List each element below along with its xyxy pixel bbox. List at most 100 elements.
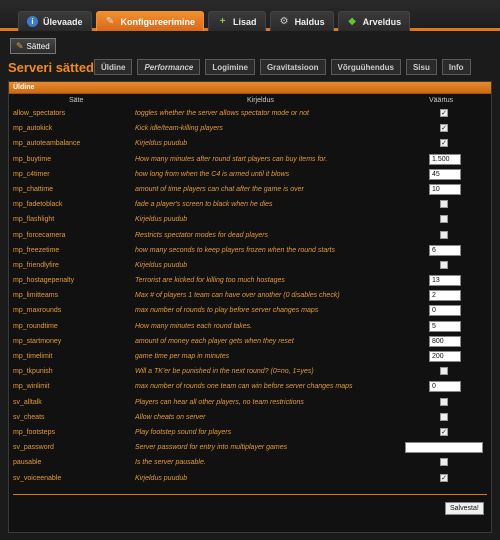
settings-subtabs: Üldine Performance Logimine Gravitatsioon Võ… bbox=[94, 59, 471, 75]
subtab-5[interactable]: Sisu bbox=[405, 59, 437, 75]
table-row: mp_chattime amount of time players can ch… bbox=[9, 182, 491, 197]
setting-name: sv_cheats bbox=[13, 413, 45, 421]
setting-input[interactable]: 0 bbox=[429, 305, 461, 317]
panel-title: Üldine bbox=[9, 82, 491, 94]
setting-checkbox[interactable] bbox=[440, 367, 448, 376]
subtab-1[interactable]: Performance bbox=[137, 59, 201, 75]
table-row: mp_fadetoblack fade a player's screen to … bbox=[9, 197, 491, 212]
plus-icon: + bbox=[219, 16, 226, 27]
setting-description: Players can hear all other players, no t… bbox=[135, 398, 304, 406]
col-value: Väärtus bbox=[429, 97, 454, 104]
setting-checkbox[interactable]: ✓ bbox=[440, 109, 448, 117]
setting-checkbox[interactable] bbox=[440, 458, 448, 467]
table-row: mp_forcecamera Restricts spectator modes … bbox=[9, 228, 491, 243]
tab-wrench[interactable]: ✎ Konfigureerimine bbox=[95, 11, 205, 31]
setting-input[interactable]: 6 bbox=[429, 244, 461, 256]
setting-description: Kirjeldus puudub bbox=[135, 216, 188, 224]
satted-label: Sätted bbox=[26, 41, 50, 51]
setting-description: Kirjeldus puudub bbox=[135, 261, 188, 269]
tab-money[interactable]: ◆ Arveldus bbox=[337, 11, 411, 31]
setting-checkbox[interactable] bbox=[440, 397, 448, 406]
table-row: mp_friendlyfire Kirjeldus puudub bbox=[9, 258, 491, 273]
subtab-6[interactable]: Info bbox=[441, 59, 471, 75]
setting-checkbox[interactable] bbox=[440, 230, 448, 239]
setting-description: How many minutes after round start playe… bbox=[135, 155, 328, 163]
setting-name: mp_limitteams bbox=[13, 292, 59, 300]
setting-description: amount of money each player gets when th… bbox=[135, 337, 294, 345]
setting-checkbox[interactable]: ✓ bbox=[440, 139, 448, 148]
setting-input[interactable]: 800 bbox=[429, 335, 461, 347]
setting-description: Kirjeldus puudub bbox=[135, 474, 188, 482]
satted-button[interactable]: ✎ Sätted bbox=[10, 38, 56, 54]
setting-name: mp_hostagepenalty bbox=[13, 277, 75, 285]
settings-panel: Üldine Säte Kirjeldus Väärtus allow_spec… bbox=[8, 81, 492, 533]
subtab-0[interactable]: Üldine bbox=[94, 59, 133, 75]
setting-description: game time per map in minutes bbox=[135, 353, 230, 360]
setting-name: mp_autokick bbox=[13, 125, 53, 133]
setting-description: fade a player's screen to black when he … bbox=[135, 201, 273, 209]
setting-checkbox[interactable]: ✓ bbox=[440, 427, 448, 436]
table-row: mp_tkpunish Will a TK'er be punished in t… bbox=[9, 364, 491, 379]
table-row: pausable Is the server pausable. bbox=[9, 455, 491, 470]
setting-checkbox[interactable] bbox=[440, 260, 448, 269]
setting-description: Max # of players 1 team can have over an… bbox=[135, 292, 340, 300]
setting-description: how long from when the C4 is armed until… bbox=[135, 170, 290, 178]
setting-description: toggles whether the server allows specta… bbox=[135, 110, 309, 117]
col-desc: Kirjeldus bbox=[247, 97, 274, 104]
setting-input[interactable]: 10 bbox=[429, 183, 461, 195]
tab-label: Haldus bbox=[294, 16, 325, 27]
setting-input[interactable]: 0 bbox=[429, 381, 461, 393]
table-row: mp_autokick Kick idle/team-killing player… bbox=[9, 121, 491, 136]
setting-description: how many seconds to keep players frozen … bbox=[135, 246, 335, 254]
setting-checkbox[interactable] bbox=[440, 412, 448, 421]
table-row: mp_flashlight Kirjeldus puudub bbox=[9, 212, 491, 227]
tab-label: Lisad bbox=[233, 16, 257, 27]
setting-name: mp_roundtime bbox=[13, 322, 58, 330]
table-row: mp_limitteams Max # of players 1 team can… bbox=[9, 288, 491, 303]
setting-checkbox[interactable] bbox=[440, 215, 448, 224]
table-row: mp_roundtime How many minutes each round … bbox=[9, 319, 491, 334]
setting-input[interactable]: 200 bbox=[429, 351, 461, 362]
setting-input[interactable]: 5 bbox=[429, 320, 461, 332]
setting-name: mp_maxrounds bbox=[13, 307, 62, 315]
main-tabs: i Ülevaade ✎ Konfigureerimine + Lisad ⚙ Haldus ◆… bbox=[18, 11, 411, 31]
table-row: mp_startmoney amount of money each player… bbox=[9, 334, 491, 349]
setting-input[interactable] bbox=[405, 442, 483, 454]
table-row: mp_buytime How many minutes after round s… bbox=[9, 152, 491, 167]
table-row: sv_alltalk Players can hear all other pla… bbox=[9, 395, 491, 410]
table-row: mp_winlimit max number of rounds one team… bbox=[9, 379, 491, 394]
setting-input[interactable]: 13 bbox=[429, 275, 461, 287]
setting-input[interactable]: 45 bbox=[429, 168, 461, 180]
setting-name: mp_fadetoblack bbox=[13, 201, 63, 209]
setting-name: mp_timelimit bbox=[13, 353, 53, 360]
subtab-4[interactable]: Võrguühendus bbox=[330, 59, 401, 75]
tab-info[interactable]: i Ülevaade bbox=[18, 11, 92, 31]
setting-description: Restricts spectator modes for dead playe… bbox=[135, 231, 269, 239]
setting-name: sv_voiceenable bbox=[13, 474, 62, 482]
setting-description: Server password for entry into multiplay… bbox=[135, 444, 288, 452]
setting-name: mp_c4timer bbox=[13, 170, 50, 178]
setting-checkbox[interactable]: ✓ bbox=[440, 473, 448, 482]
setting-name: mp_winlimit bbox=[13, 383, 50, 391]
table-row: mp_timelimit game time per map in minutes… bbox=[9, 349, 491, 364]
setting-description: How many minutes each round takes. bbox=[135, 322, 253, 330]
tab-gear[interactable]: ⚙ Haldus bbox=[269, 11, 334, 31]
setting-description: Will a TK'er be punished in the next rou… bbox=[135, 368, 314, 376]
table-row: sv_password Server password for entry int… bbox=[9, 440, 491, 455]
setting-checkbox[interactable] bbox=[440, 200, 448, 209]
table-row: sv_voiceenable Kirjeldus puudub ✓ bbox=[9, 471, 491, 486]
subtab-3[interactable]: Gravitatsioon bbox=[259, 59, 326, 75]
setting-input[interactable]: 2 bbox=[429, 290, 461, 302]
page-title: Serveri sätted bbox=[8, 60, 94, 75]
setting-name: mp_freezetime bbox=[13, 246, 60, 254]
tab-plus[interactable]: + Lisad bbox=[208, 11, 266, 31]
setting-checkbox[interactable]: ✓ bbox=[440, 124, 448, 133]
save-button[interactable]: Salvesta! bbox=[445, 502, 484, 515]
setting-input[interactable]: 1.500 bbox=[429, 153, 461, 165]
setting-description: Kick idle/team-killing players bbox=[135, 125, 223, 133]
subtab-2[interactable]: Logimine bbox=[205, 59, 255, 75]
money-icon: ◆ bbox=[348, 16, 356, 27]
setting-name: mp_friendlyfire bbox=[13, 261, 59, 269]
wrench-icon: ✎ bbox=[16, 40, 24, 51]
setting-description: max number of rounds to play before serv… bbox=[135, 307, 319, 315]
